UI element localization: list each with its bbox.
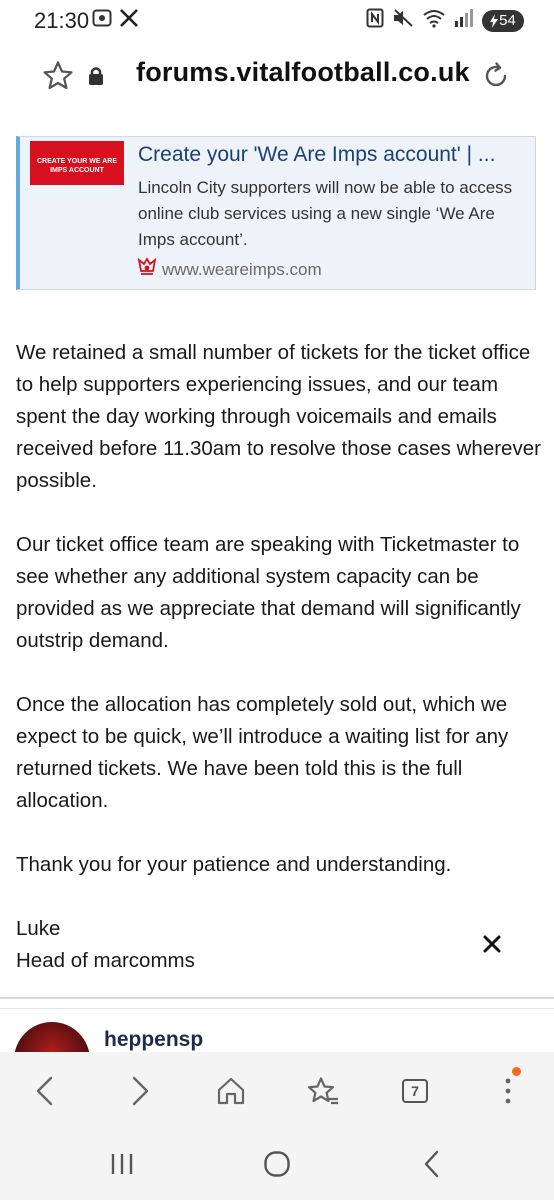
preview-thumbnail[interactable]: CREATE YOUR WE ARE IMPS ACCOUNT [30,141,124,185]
signal-icon [454,8,474,33]
back-chevron-icon [424,1150,439,1178]
recents-icon [111,1154,133,1174]
home-button[interactable] [211,1072,251,1110]
close-icon[interactable] [482,934,502,959]
url-text[interactable]: forums.vitalfootball.co.uk [136,57,470,88]
nfc-icon [366,8,384,33]
system-nav-bar [0,1130,554,1200]
post-username[interactable]: heppensp [104,1028,203,1052]
post-paragraph: Our ticket office team are speaking with… [16,533,521,652]
wifi-icon [422,8,446,33]
bookmark-star-icon[interactable] [42,60,74,97]
signature-name: Luke [16,917,61,940]
site-favicon-icon [136,257,158,282]
back-arrow-icon [36,1076,53,1106]
preview-domain: www.weareimps.com [162,259,322,279]
more-vertical-icon [505,1078,511,1104]
tab-count: 7 [411,1083,419,1099]
bookmarks-button[interactable] [303,1072,343,1110]
status-left-icons [92,9,138,32]
browser-toolbar: 7 [0,1052,554,1130]
preview-title[interactable]: Create your 'We Are Imps account' | ... [138,143,495,167]
forward-arrow-icon [132,1076,149,1106]
status-bar: 21:30 54 [0,0,554,44]
battery-charging-icon: 54 [482,9,524,32]
bookmarks-star-icon [307,1077,338,1105]
recents-button[interactable] [100,1144,144,1184]
home-nav-button[interactable] [255,1144,299,1184]
menu-button[interactable] [488,1067,528,1110]
preview-domain-row[interactable]: www.weareimps.com [136,257,322,282]
post-paragraph: Thank you for your patience and understa… [16,853,452,876]
post-paragraph: We retained a small number of tickets fo… [16,341,541,492]
post-divider [0,997,554,999]
signature-role: Head of marcomms [16,949,195,972]
forward-button[interactable] [120,1072,160,1110]
post-divider [0,1008,554,1009]
post-body: We retained a small number of tickets fo… [16,337,546,977]
preview-description: Lincoln City supporters will now be able… [138,178,513,249]
home-icon [217,1077,245,1105]
notification-dot [512,1067,521,1076]
home-circle-icon [264,1151,290,1177]
link-preview-card[interactable]: CREATE YOUR WE ARE IMPS ACCOUNT Create y… [16,136,536,290]
reload-icon[interactable] [480,60,512,97]
tabs-button[interactable]: 7 [395,1072,435,1110]
lock-icon[interactable] [88,66,104,91]
screenshot-icon [92,9,112,32]
tabs-icon: 7 [402,1079,428,1103]
status-right-icons: 54 [366,8,524,33]
preview-thumbnail-text: CREATE YOUR WE ARE IMPS ACCOUNT [37,158,117,174]
url-bar: forums.vitalfootball.co.uk [0,44,554,108]
status-time: 21:30 [34,8,90,33]
mute-icon [392,8,414,33]
battery-level: 54 [499,12,516,29]
back-button[interactable] [25,1072,65,1110]
post-paragraph: Once the allocation has completely sold … [16,693,509,812]
back-nav-button[interactable] [410,1144,454,1184]
x-logo-icon [120,9,138,32]
